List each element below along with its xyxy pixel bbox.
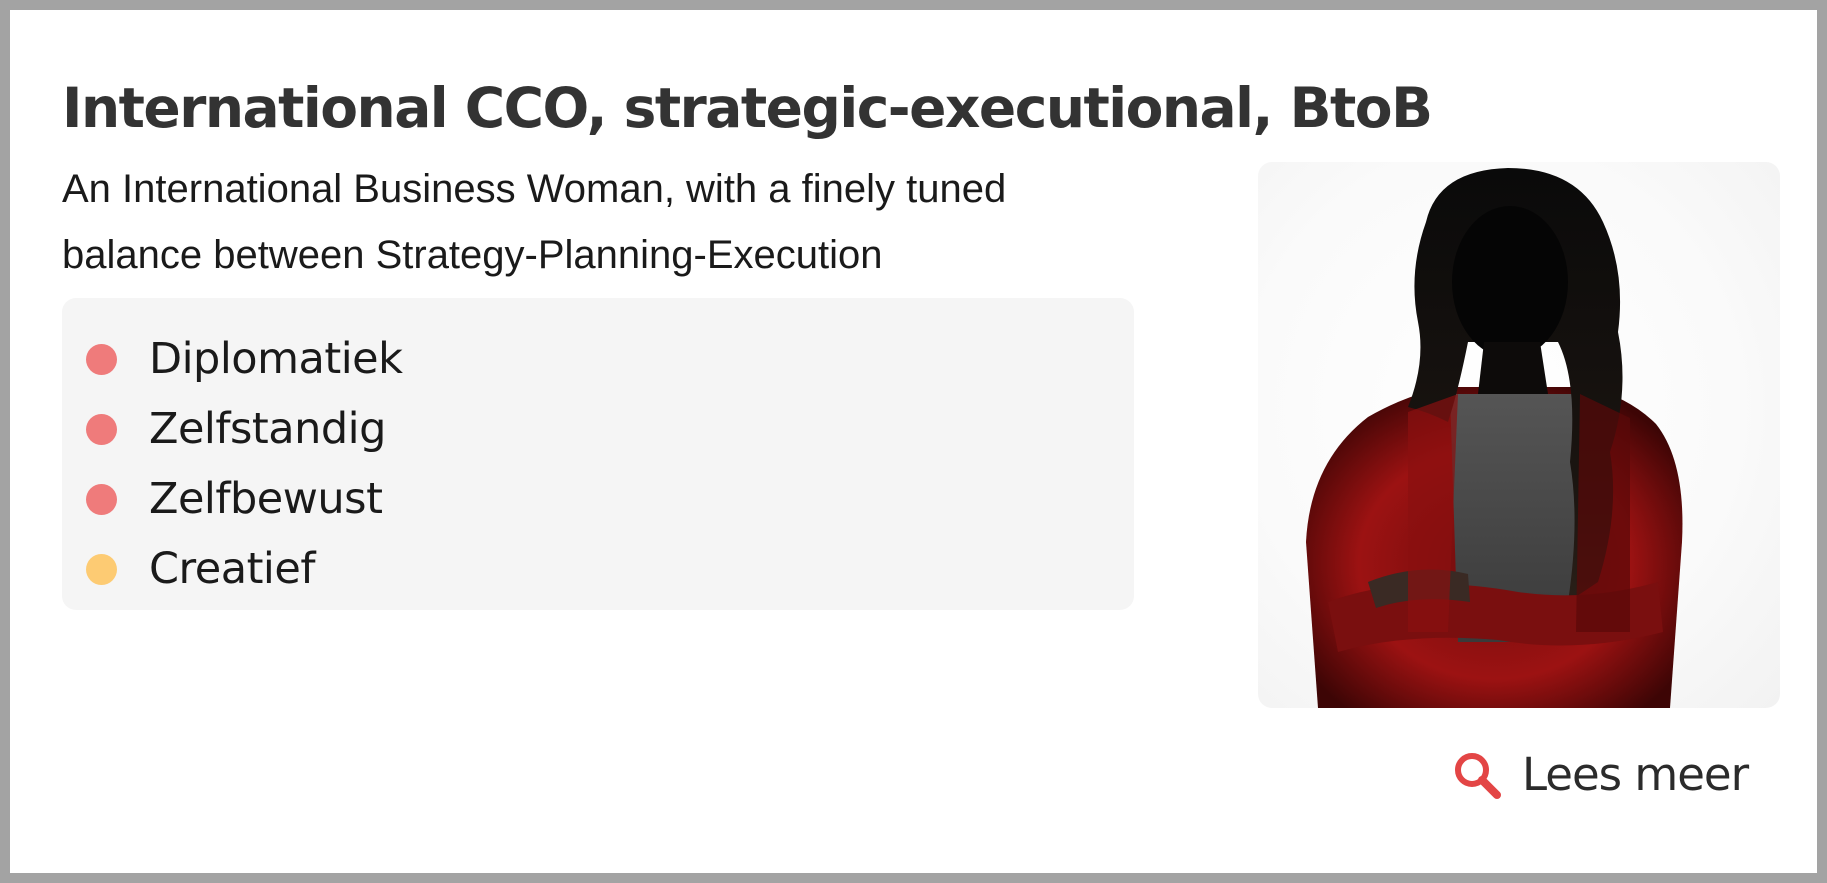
trait-label: Zelfstandig	[149, 404, 386, 454]
trait-label: Zelfbewust	[149, 474, 383, 524]
silhouette-image	[1306, 168, 1683, 708]
traits-panel: Diplomatiek Zelfstandig Zelfbewust Creat…	[62, 298, 1134, 610]
trait-dot-icon	[86, 553, 117, 585]
search-icon	[1455, 752, 1501, 799]
profile-subtitle: An International Business Woman, with a …	[62, 167, 1007, 277]
read-more-label: Lees meer	[1522, 748, 1749, 801]
profile-card: International CCO, strategic-executional…	[0, 0, 1827, 883]
read-more-link[interactable]: Lees meer	[1452, 748, 1749, 801]
trait-dot-icon	[86, 413, 117, 445]
profile-photo	[1258, 162, 1780, 708]
trait-dot-icon	[86, 343, 117, 375]
trait-dot-icon	[86, 483, 117, 515]
trait-item: Diplomatiek	[62, 324, 1134, 394]
trait-label: Creatief	[149, 544, 315, 594]
trait-item: Creatief	[62, 534, 1134, 604]
trait-label: Diplomatiek	[149, 334, 403, 384]
trait-item: Zelfstandig	[62, 394, 1134, 464]
trait-item: Zelfbewust	[62, 464, 1134, 534]
profile-title: International CCO, strategic-executional…	[62, 76, 1433, 140]
